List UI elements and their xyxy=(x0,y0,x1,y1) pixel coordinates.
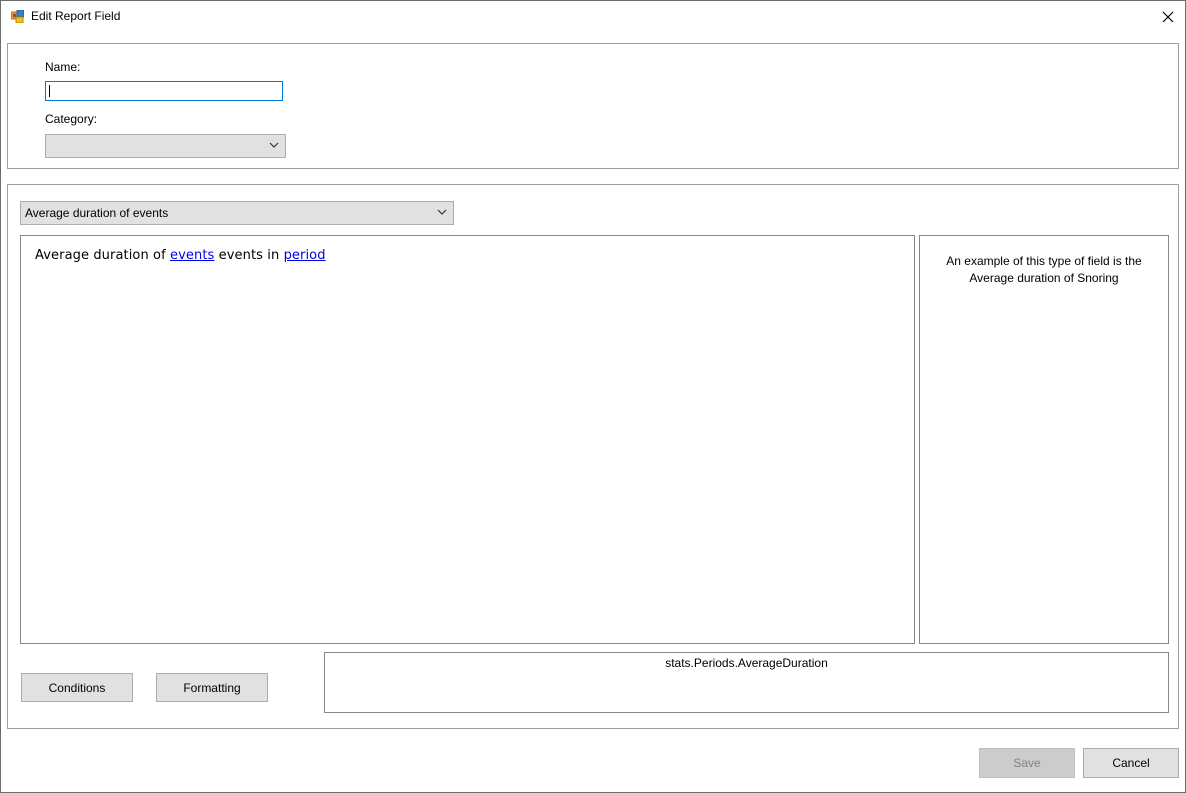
expression-panel: stats.Periods.AverageDuration xyxy=(324,652,1169,713)
sentence-text-2: events in xyxy=(214,248,284,263)
period-link[interactable]: period xyxy=(284,248,326,263)
example-panel: An example of this type of field is the … xyxy=(919,235,1169,644)
category-label: Category: xyxy=(45,112,98,126)
app-icon xyxy=(11,10,24,23)
example-line-2: Average duration of Snoring xyxy=(969,271,1119,285)
field-sentence-panel: Average duration of events events in per… xyxy=(20,235,915,644)
text-caret xyxy=(49,85,50,97)
field-sentence: Average duration of events events in per… xyxy=(35,248,326,263)
category-dropdown[interactable] xyxy=(45,134,286,158)
name-label: Name: xyxy=(45,60,81,74)
window-title: Edit Report Field xyxy=(31,9,121,23)
example-line-1: An example of this type of field is the xyxy=(946,254,1142,268)
save-button[interactable]: Save xyxy=(979,748,1075,778)
field-type-dropdown[interactable]: Average duration of events xyxy=(20,201,454,225)
expression-text: stats.Periods.AverageDuration xyxy=(665,656,828,670)
name-field[interactable] xyxy=(45,81,283,101)
cancel-button[interactable]: Cancel xyxy=(1083,748,1179,778)
edit-report-field-dialog: Edit Report Field Name: Category: Averag… xyxy=(0,0,1186,793)
field-definition-group: Average duration of events Average durat… xyxy=(7,184,1179,729)
name-category-group: Name: Category: xyxy=(7,43,1179,169)
chevron-down-icon xyxy=(437,209,447,215)
field-type-value: Average duration of events xyxy=(25,206,169,220)
example-text: An example of this type of field is the … xyxy=(926,253,1162,287)
sentence-text-1: Average duration of xyxy=(35,248,171,263)
conditions-button[interactable]: Conditions xyxy=(21,673,133,702)
events-link[interactable]: events xyxy=(170,248,214,263)
close-icon xyxy=(1162,11,1174,22)
chevron-down-icon xyxy=(269,142,279,148)
close-button[interactable] xyxy=(1151,1,1185,32)
formatting-button[interactable]: Formatting xyxy=(156,673,268,702)
title-bar: Edit Report Field xyxy=(1,1,1185,32)
